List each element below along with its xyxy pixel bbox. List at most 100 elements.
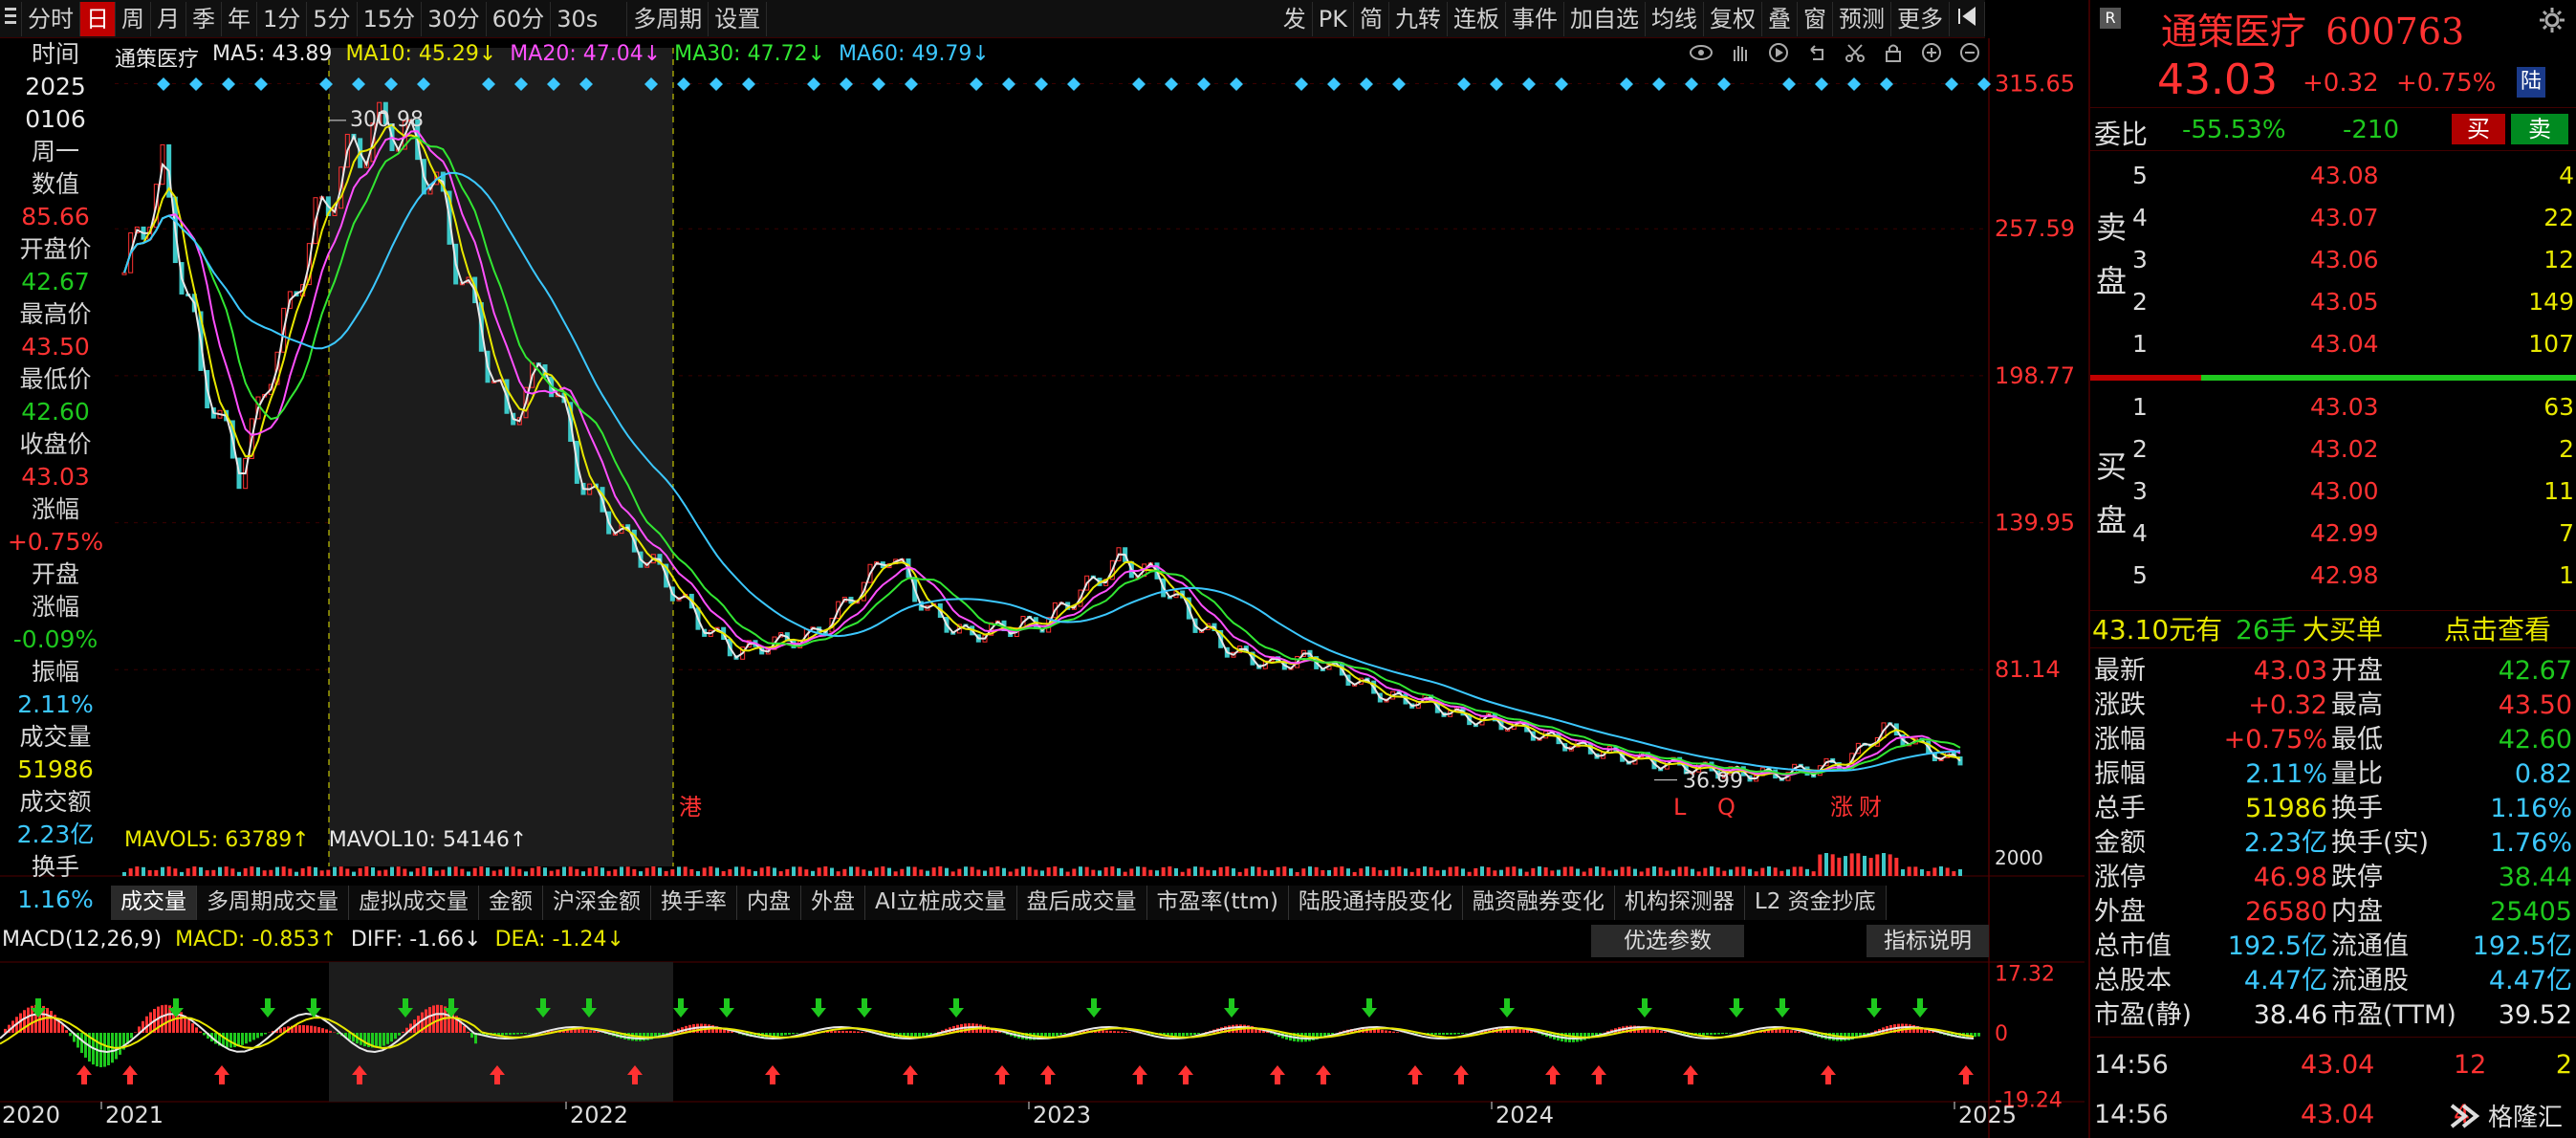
- indicator-tab-9[interactable]: 盘后成交量: [1017, 886, 1147, 920]
- event-marker[interactable]: [1490, 77, 1503, 91]
- big-order-row[interactable]: 43.10元有 26手 大买单 点击查看: [2090, 610, 2576, 648]
- period-tab-13[interactable]: 设置: [709, 1, 768, 36]
- event-marker[interactable]: [254, 77, 268, 91]
- zoom-out-icon[interactable]: [1958, 42, 1981, 67]
- sell-button[interactable]: 卖: [2511, 114, 2568, 144]
- period-tab-10[interactable]: 60分: [487, 1, 552, 36]
- event-marker[interactable]: [1392, 77, 1406, 91]
- bids-row-3[interactable]: 4 42.99 7: [2090, 513, 2576, 555]
- indicator-tab-1[interactable]: 多周期成交量: [197, 886, 349, 920]
- collapse-panel-icon[interactable]: [1950, 1, 1985, 36]
- toolbar-button-4[interactable]: 连板: [1448, 1, 1506, 36]
- event-marker[interactable]: [1652, 77, 1666, 91]
- big-order-link[interactable]: 点击查看: [2444, 611, 2551, 649]
- eye-icon[interactable]: [1689, 42, 1714, 67]
- asks-row-3[interactable]: 2 43.05 149: [2090, 281, 2576, 323]
- period-tab-9[interactable]: 30分: [422, 1, 487, 36]
- event-marker[interactable]: [1782, 77, 1796, 91]
- asks-row-0[interactable]: 5 43.08 4: [2090, 155, 2576, 197]
- indicator-tab-10[interactable]: 市盈率(ttm): [1147, 886, 1289, 920]
- toolbar-button-0[interactable]: 发: [1277, 1, 1313, 36]
- indicator-tab-4[interactable]: 沪深金额: [543, 886, 651, 920]
- toolbar-button-3[interactable]: 九转: [1389, 1, 1448, 36]
- event-marker[interactable]: [905, 77, 918, 91]
- event-marker[interactable]: [1035, 77, 1048, 91]
- undo-icon[interactable]: [1805, 42, 1828, 67]
- event-marker[interactable]: [222, 77, 235, 91]
- indicator-tab-0[interactable]: 成交量: [111, 886, 197, 920]
- event-marker[interactable]: [709, 77, 723, 91]
- toolbar-button-11[interactable]: 预测: [1833, 1, 1891, 36]
- event-marker[interactable]: [1457, 77, 1471, 91]
- bids-row-1[interactable]: 2 43.02 2: [2090, 428, 2576, 471]
- hk-marker[interactable]: 港: [679, 794, 702, 821]
- period-tab-1[interactable]: 日: [80, 1, 116, 36]
- indicator-tab-2[interactable]: 虚拟成交量: [349, 886, 479, 920]
- toolbar-button-7[interactable]: 均线: [1646, 1, 1704, 36]
- indicator-tab-7[interactable]: 外盘: [801, 886, 865, 920]
- bids-row-4[interactable]: 5 42.98 1: [2090, 555, 2576, 597]
- event-marker[interactable]: [1522, 77, 1536, 91]
- indicator-tab-5[interactable]: 换手率: [651, 886, 737, 920]
- event-marker[interactable]: [1360, 77, 1373, 91]
- settings-gear-icon[interactable]: [2538, 6, 2566, 38]
- optimize-params-button[interactable]: 优选参数: [1591, 925, 1744, 957]
- indicator-tab-3[interactable]: 金额: [479, 886, 543, 920]
- event-marker[interactable]: [1685, 77, 1698, 91]
- toolbar-button-12[interactable]: 更多: [1891, 1, 1950, 36]
- event-marker[interactable]: [157, 77, 170, 91]
- event-marker[interactable]: [1327, 77, 1341, 91]
- event-marker[interactable]: [807, 77, 820, 91]
- event-flag[interactable]: Q: [1717, 794, 1736, 821]
- period-tab-3[interactable]: 月: [151, 1, 186, 36]
- event-marker[interactable]: [1815, 77, 1828, 91]
- toolbar-button-2[interactable]: 简: [1354, 1, 1389, 36]
- event-marker[interactable]: [1717, 77, 1731, 91]
- scissors-icon[interactable]: [1844, 42, 1867, 67]
- period-tab-0[interactable]: 分时: [22, 1, 80, 36]
- event-marker[interactable]: [1555, 77, 1568, 91]
- event-marker[interactable]: [1945, 77, 1958, 91]
- indicator-tab-14[interactable]: L2 资金抄底: [1745, 886, 1887, 920]
- zoom-in-icon[interactable]: [1920, 42, 1943, 67]
- event-marker[interactable]: [1620, 77, 1633, 91]
- event-marker[interactable]: [1132, 77, 1146, 91]
- toolbar-button-5[interactable]: 事件: [1506, 1, 1564, 36]
- indicator-help-button[interactable]: 指标说明: [1867, 925, 1989, 957]
- bids-row-2[interactable]: 3 43.00 11: [2090, 471, 2576, 513]
- toolbar-button-8[interactable]: 复权: [1704, 1, 1762, 36]
- event-flag[interactable]: 涨: [1830, 794, 1853, 821]
- asks-row-2[interactable]: 3 43.06 12: [2090, 239, 2576, 281]
- event-marker[interactable]: [1295, 77, 1308, 91]
- bids-row-0[interactable]: 1 43.03 63: [2090, 386, 2576, 428]
- chart-canvas[interactable]: 315.65 257.59 198.77 139.95 81.14 300.98 36.99…: [0, 38, 2085, 1138]
- toolbar-button-10[interactable]: 窗: [1798, 1, 1833, 36]
- event-marker[interactable]: [677, 77, 690, 91]
- period-tab-7[interactable]: 5分: [307, 1, 358, 36]
- period-tab-2[interactable]: 周: [116, 1, 151, 36]
- toolbar-button-1[interactable]: PK: [1313, 1, 1354, 36]
- period-tab-8[interactable]: 15分: [358, 1, 423, 36]
- asks-row-4[interactable]: 1 43.04 107: [2090, 323, 2576, 365]
- period-tab-4[interactable]: 季: [186, 1, 222, 36]
- indicator-tab-13[interactable]: 机构探测器: [1615, 886, 1745, 920]
- event-marker[interactable]: [1197, 77, 1211, 91]
- event-marker[interactable]: [1165, 77, 1178, 91]
- period-tab-5[interactable]: 年: [222, 1, 257, 36]
- period-tab-11[interactable]: 30s: [551, 1, 628, 36]
- asks-row-1[interactable]: 4 43.07 22: [2090, 197, 2576, 239]
- indicator-tab-8[interactable]: AI立桩成交量: [865, 886, 1017, 920]
- toolbar-button-9[interactable]: 叠: [1762, 1, 1798, 36]
- event-marker[interactable]: [970, 77, 983, 91]
- period-tab-6[interactable]: 1分: [257, 1, 308, 36]
- event-marker[interactable]: [1230, 77, 1243, 91]
- event-marker[interactable]: [742, 77, 755, 91]
- indicator-tab-12[interactable]: 融资融券变化: [1463, 886, 1615, 920]
- event-marker[interactable]: [1002, 77, 1015, 91]
- event-marker[interactable]: [840, 77, 853, 91]
- period-tab-12[interactable]: 多周期: [627, 1, 709, 36]
- buy-button[interactable]: 买: [2452, 114, 2505, 144]
- lock-icon[interactable]: [1882, 42, 1905, 67]
- event-flag[interactable]: 财: [1859, 794, 1882, 821]
- event-marker[interactable]: [1847, 77, 1861, 91]
